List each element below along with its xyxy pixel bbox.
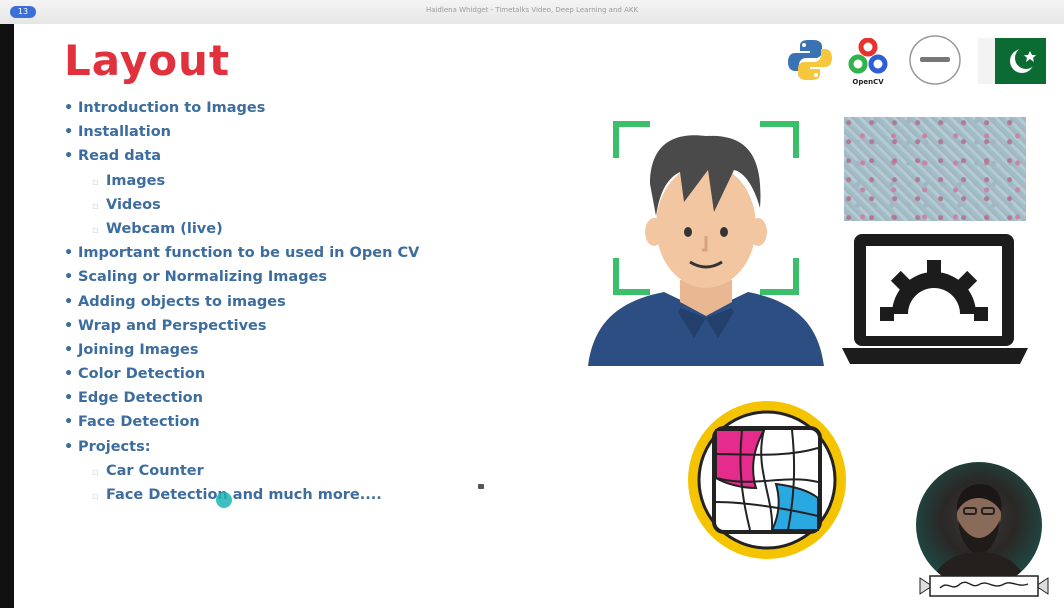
- bullet-icon: •: [64, 293, 74, 310]
- mouse-pointer: [478, 484, 484, 489]
- face-recognition-illustration: [588, 121, 824, 366]
- presenter-webcam: [916, 462, 1042, 588]
- agenda-item-text: Webcam (live): [106, 220, 223, 237]
- agenda-item: • Color Detection: [64, 362, 419, 386]
- bullet-icon: ▫: [92, 176, 99, 188]
- bullet-icon: ▫: [92, 224, 99, 236]
- opencv-logo-icon: [848, 37, 888, 74]
- bullet-icon: •: [64, 100, 74, 116]
- pakistan-flag-icon: [978, 38, 1046, 84]
- agenda-item: • Important function to be used in Open C…: [64, 241, 419, 265]
- circle-logo-icon: [909, 35, 961, 85]
- agenda-item-text: Videos: [106, 196, 161, 213]
- agenda-item-text: Face Detection and much more....: [106, 487, 382, 503]
- bullet-icon: •: [64, 269, 74, 286]
- agenda-item: • Installation: [64, 120, 419, 144]
- opencv-logo: OpenCV: [848, 37, 888, 86]
- left-edge: [0, 24, 14, 608]
- bullet-icon: •: [64, 438, 74, 455]
- bullet-icon: •: [64, 148, 74, 165]
- agenda-item: • Joining Images: [64, 338, 419, 362]
- bullet-icon: •: [64, 341, 74, 358]
- agenda-item-text: Edge Detection: [78, 390, 203, 407]
- laptop-gear-icon: [842, 234, 1028, 364]
- agenda-item: • Projects:: [64, 435, 419, 459]
- window-titlebar: 13 Haidlena Whidget - Timetalks Video, D…: [0, 0, 1064, 25]
- agenda-item-text: Introduction to Images: [78, 100, 266, 116]
- agenda-item: • Face Detection: [64, 410, 419, 434]
- agenda-subitem: ▫ Car Counter: [64, 459, 419, 483]
- presenter-avatar-icon: [930, 484, 1028, 588]
- agenda-subitem: ▫ Videos: [64, 193, 419, 217]
- agenda-subitem: ▫ Webcam (live): [64, 217, 419, 241]
- bullet-icon: •: [64, 414, 74, 431]
- bullet-icon: •: [64, 124, 74, 141]
- opencv-label: OpenCV: [852, 78, 884, 86]
- agenda-item-text: Installation: [78, 124, 171, 141]
- agenda-item: • Read data: [64, 144, 419, 168]
- bullet-icon: ▫: [92, 200, 99, 212]
- agenda-item-text: Color Detection: [78, 366, 206, 383]
- agenda-list: • Introduction to Images • Installation • Rea…: [64, 96, 419, 507]
- agenda-item-text: Wrap and Perspectives: [78, 317, 267, 334]
- agenda-item-text: Adding objects to images: [78, 293, 286, 310]
- agenda-item-text: Important function to be used in Open CV: [78, 245, 420, 262]
- noise-image: [844, 117, 1026, 221]
- python-logo-icon: [788, 40, 832, 80]
- agenda-item-text: Joining Images: [78, 341, 199, 358]
- agenda-item-text: Scaling or Normalizing Images: [78, 269, 328, 286]
- presenter-signature: [919, 575, 1049, 597]
- agenda-item-text: Car Counter: [106, 462, 204, 479]
- agenda-subitem: ▫ Face Detection and much more....: [64, 483, 419, 507]
- agenda-subitem: ▫ Images: [64, 169, 419, 193]
- agenda-item-text: Read data: [78, 148, 162, 165]
- colorful-grid-logo-icon: [688, 401, 846, 559]
- agenda-item-text: Images: [106, 172, 166, 189]
- agenda-item-text: Face Detection: [78, 414, 200, 431]
- bullet-icon: ▫: [92, 491, 99, 502]
- bullet-icon: •: [64, 317, 74, 334]
- cursor-highlight: [216, 492, 232, 508]
- agenda-item-text: Projects:: [78, 438, 151, 455]
- slide-title: Layout: [64, 36, 231, 85]
- window-title: Haidlena Whidget - Timetalks Video, Deep…: [425, 6, 639, 14]
- agenda-item: • Adding objects to images: [64, 290, 419, 314]
- agenda-item: • Introduction to Images: [64, 96, 419, 120]
- bullet-icon: •: [64, 366, 74, 383]
- bullet-icon: •: [64, 245, 74, 262]
- agenda-item: • Wrap and Perspectives: [64, 314, 419, 338]
- agenda-item: • Edge Detection: [64, 386, 419, 410]
- bullet-icon: •: [64, 390, 74, 407]
- bullet-icon: ▫: [92, 466, 99, 478]
- agenda-item: • Scaling or Normalizing Images: [64, 265, 419, 289]
